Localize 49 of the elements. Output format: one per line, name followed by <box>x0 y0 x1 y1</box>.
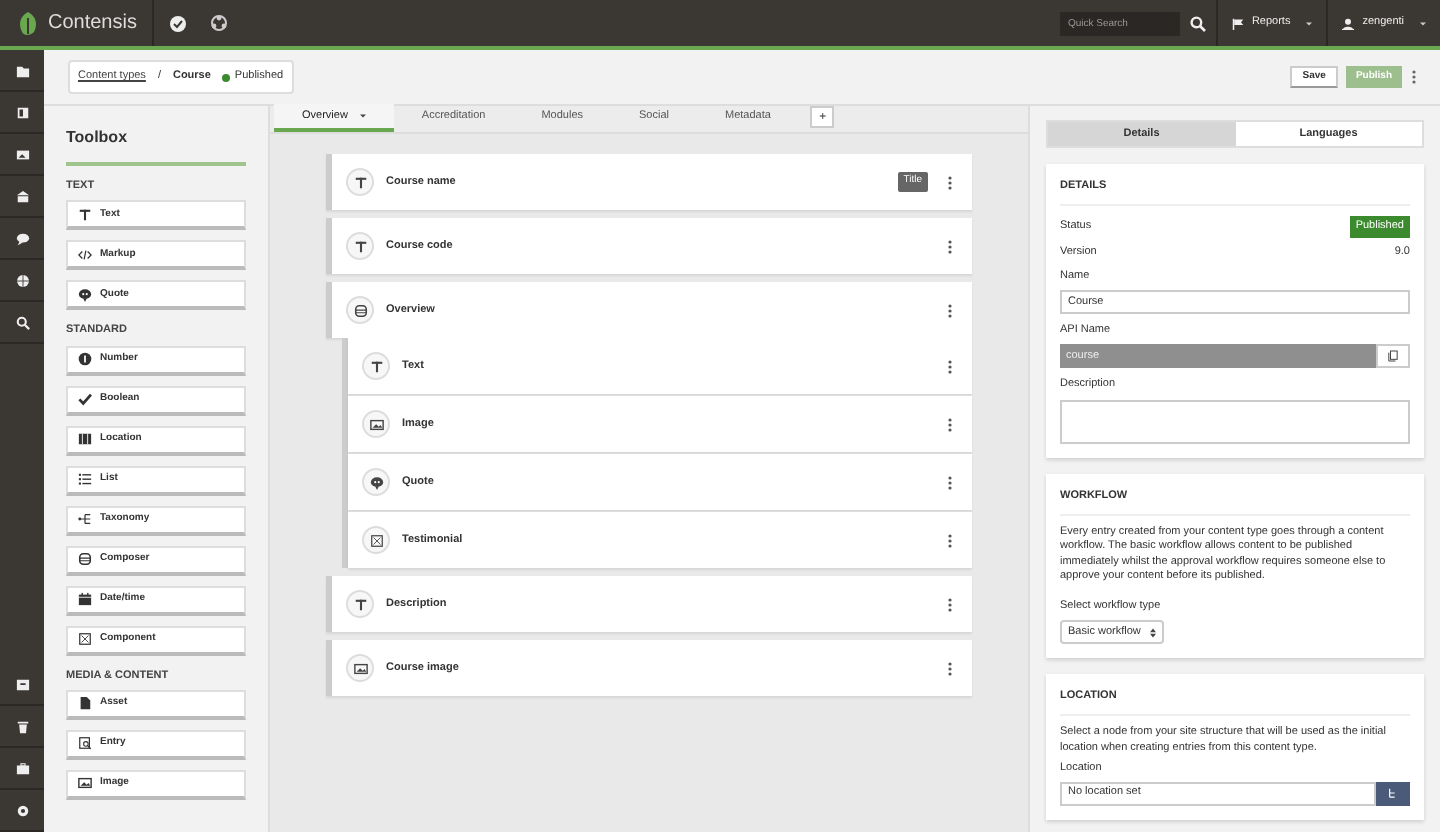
settings-icon[interactable] <box>15 803 29 817</box>
briefcase-icon[interactable] <box>15 761 29 775</box>
image-icon <box>353 661 367 675</box>
cards-icon[interactable] <box>15 105 29 119</box>
document-icon <box>78 696 92 711</box>
toolbox-title: Toolbox <box>66 126 246 166</box>
select-arrows-icon <box>1150 627 1156 637</box>
user-icon <box>1342 17 1355 29</box>
folder-icon[interactable] <box>15 63 29 77</box>
flag-icon <box>1231 17 1244 29</box>
letter-t-icon <box>353 597 367 611</box>
building-icon[interactable] <box>15 189 29 203</box>
checkmark-icon <box>78 392 92 406</box>
stack-icon <box>78 552 92 566</box>
network-icon[interactable] <box>210 14 229 32</box>
letter-t-icon <box>369 359 383 373</box>
speech-bubble-icon <box>369 475 383 489</box>
image-icon <box>78 776 92 791</box>
copy-button[interactable] <box>1376 344 1410 369</box>
description-input[interactable] <box>1060 399 1410 443</box>
chat-icon[interactable] <box>15 231 29 245</box>
trash-icon[interactable] <box>15 719 29 733</box>
letter-t-icon <box>353 175 367 189</box>
app-name: Contensis <box>48 10 137 38</box>
speech-bubble-icon <box>78 287 92 302</box>
globe-icon[interactable] <box>15 273 29 287</box>
letter-t-icon <box>78 207 92 222</box>
caret-icon <box>1306 21 1313 25</box>
component-icon <box>78 632 92 646</box>
copy-icon <box>1388 350 1398 363</box>
calendar-icon <box>78 592 92 606</box>
letter-t-icon <box>353 239 367 253</box>
entry-icon <box>78 736 92 751</box>
tree-icon <box>78 512 92 526</box>
caret-icon <box>1420 21 1426 25</box>
stack-icon <box>353 303 367 317</box>
image-icon[interactable] <box>15 147 29 161</box>
leaf-logo-icon <box>16 9 40 37</box>
list-icon <box>78 472 92 486</box>
tree-icon <box>1388 788 1398 798</box>
location-picker-button[interactable] <box>1376 781 1410 805</box>
search-icon[interactable] <box>1189 15 1206 31</box>
component-icon <box>369 533 383 547</box>
archive-icon[interactable] <box>15 677 29 691</box>
check-circle-icon[interactable] <box>170 15 187 31</box>
image-icon <box>369 417 383 431</box>
number-icon <box>78 352 92 366</box>
code-icon <box>78 247 92 262</box>
search-icon[interactable] <box>15 315 29 329</box>
